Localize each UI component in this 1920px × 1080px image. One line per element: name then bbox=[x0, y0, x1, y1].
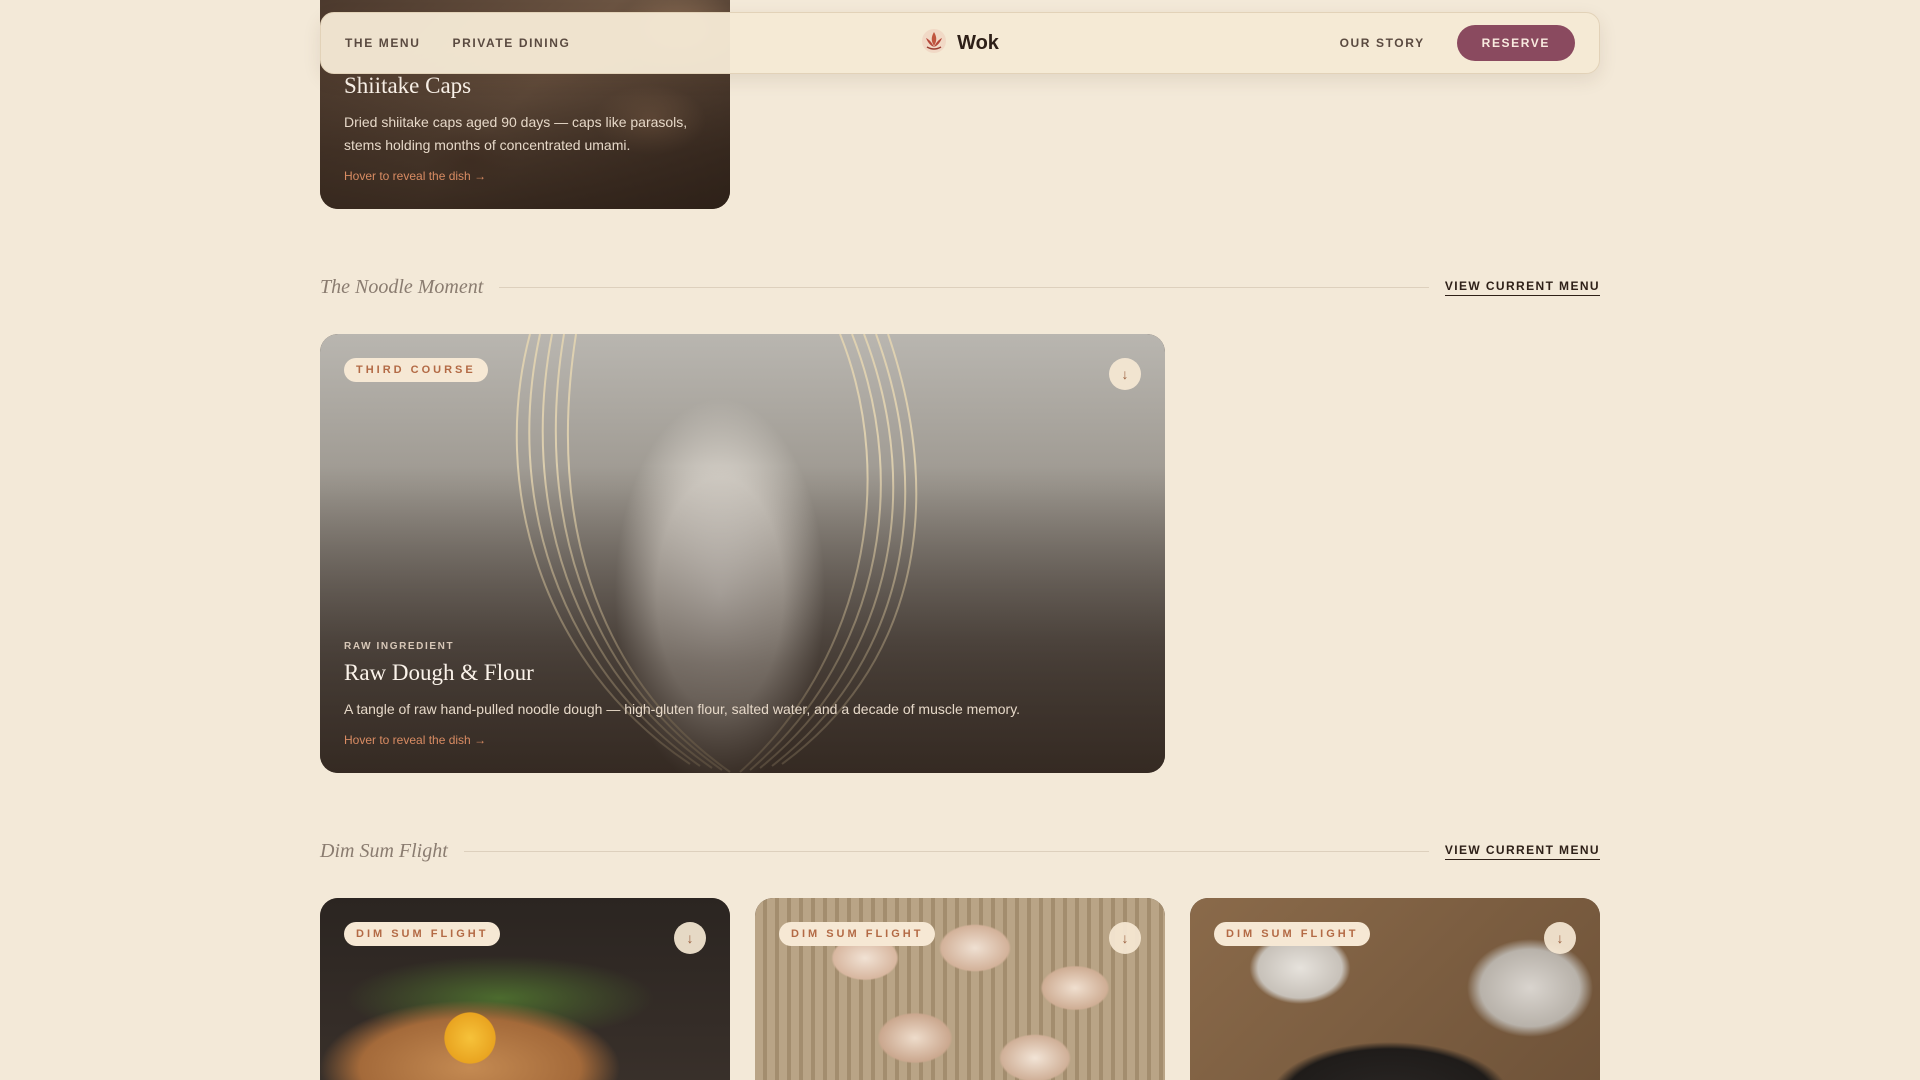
section-title: Dim Sum Flight bbox=[320, 840, 448, 862]
nav-link-private-dining[interactable]: PRIVATE DINING bbox=[452, 36, 570, 50]
nav-right-group: OUR STORY RESERVE bbox=[999, 25, 1576, 61]
section-title: The Noodle Moment bbox=[320, 276, 484, 298]
brand-name: Wok bbox=[957, 31, 999, 54]
section-header-dim-sum: Dim Sum Flight VIEW CURRENT MENU bbox=[320, 840, 1600, 863]
nav-left-group: THE MENU PRIVATE DINING bbox=[345, 36, 921, 50]
card-kicker: RAW INGREDIENT bbox=[344, 641, 455, 652]
nav-link-our-story[interactable]: OUR STORY bbox=[1340, 36, 1425, 50]
card-text: Shiitake Caps Dried shiitake caps aged 9… bbox=[344, 73, 706, 183]
course-badge: DIM SUM FLIGHT bbox=[344, 922, 501, 946]
divider bbox=[499, 287, 1429, 288]
course-badge: DIM SUM FLIGHT bbox=[779, 922, 936, 946]
card-description: A tangle of raw hand-pulled noodle dough… bbox=[344, 701, 1021, 717]
course-badge: DIM SUM FLIGHT bbox=[1214, 922, 1371, 946]
reserve-button[interactable]: RESERVE bbox=[1456, 25, 1576, 61]
nav-link-the-menu[interactable]: THE MENU bbox=[345, 36, 420, 50]
view-current-menu-link[interactable]: VIEW CURRENT MENU bbox=[1444, 843, 1600, 860]
arrow-down-icon[interactable]: ↓ bbox=[1109, 922, 1141, 954]
card-title: Raw Dough & Flour bbox=[344, 660, 534, 685]
top-navigation: THE MENU PRIVATE DINING Wok OUR STORY RE… bbox=[320, 12, 1600, 74]
section-header-noodle: The Noodle Moment VIEW CURRENT MENU bbox=[320, 276, 1600, 299]
divider bbox=[463, 851, 1429, 852]
card-description: Dried shiitake caps aged 90 days — caps … bbox=[344, 114, 688, 153]
dish-card-dim-sum-1[interactable]: DIM SUM FLIGHT ↓ bbox=[320, 898, 730, 1080]
hover-hint: Hover to reveal the dish → bbox=[344, 169, 487, 183]
arrow-down-icon[interactable]: ↓ bbox=[1544, 922, 1576, 954]
view-current-menu-link[interactable]: VIEW CURRENT MENU bbox=[1444, 279, 1600, 296]
dish-card-dim-sum-3[interactable]: DIM SUM FLIGHT ↓ bbox=[1190, 898, 1600, 1080]
dish-card-raw-dough[interactable]: THIRD COURSE ↓ RAW INGREDIENT Raw Dough … bbox=[320, 334, 1165, 773]
lotus-icon bbox=[921, 28, 947, 59]
card-title: Shiitake Caps bbox=[344, 73, 472, 98]
course-badge: THIRD COURSE bbox=[344, 358, 488, 382]
hover-hint: Hover to reveal the dish → bbox=[344, 733, 487, 747]
arrow-down-icon[interactable]: ↓ bbox=[674, 922, 706, 954]
brand[interactable]: Wok bbox=[921, 28, 999, 59]
arrow-down-icon[interactable]: ↓ bbox=[1109, 358, 1141, 390]
dish-card-dim-sum-2[interactable]: DIM SUM FLIGHT ↓ bbox=[755, 898, 1165, 1080]
card-text: RAW INGREDIENT Raw Dough & Flour A tangl… bbox=[344, 641, 1141, 747]
